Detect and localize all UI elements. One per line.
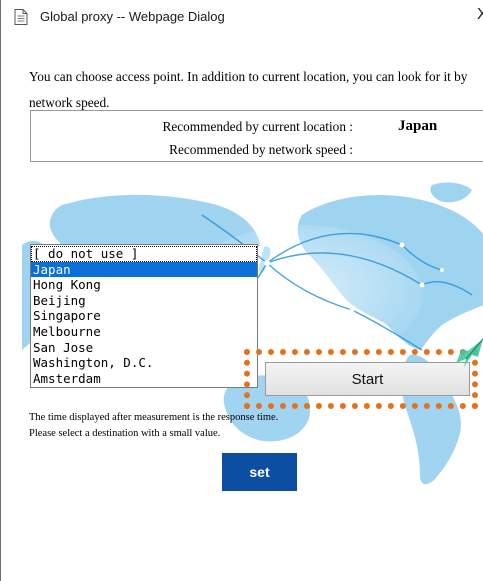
list-item[interactable]: Japan (31, 261, 257, 278)
recommended-speed-label: Recommended by network speed : (169, 142, 353, 157)
intro-text: You can choose access point. In addition… (29, 69, 468, 110)
list-item[interactable]: [ do not use ] (31, 246, 257, 262)
list-item[interactable]: San Jose (31, 340, 257, 356)
note-line: Please select a destination with a small… (29, 428, 221, 439)
list-item[interactable]: Amsterdam (31, 371, 257, 387)
set-button[interactable]: set (222, 453, 297, 491)
close-icon[interactable]: X (477, 6, 483, 24)
page-icon (14, 9, 28, 25)
list-item[interactable]: Melbourne (31, 324, 257, 340)
recommended-location-value: Japan (398, 118, 438, 134)
response-time-note: The time displayed after measurement is … (29, 410, 278, 442)
list-item[interactable]: Washington, D.C. (31, 355, 257, 371)
title-bar: Global proxy -- Webpage Dialog X (2, 0, 483, 34)
recommended-location-label: Recommended by current location : (162, 119, 353, 134)
list-item[interactable]: Singapore (31, 308, 257, 324)
note-line: The time displayed after measurement is … (29, 412, 279, 423)
recommendation-box: Recommended by current location : Japan … (30, 110, 483, 162)
pointer-arrow-icon (456, 338, 483, 367)
list-item[interactable]: Hong Kong (31, 277, 257, 293)
dialog-window: Global proxy -- Webpage Dialog X You can… (0, 0, 483, 581)
access-point-listbox[interactable]: [ do not use ] Japan Hong Kong Beijing S… (30, 244, 258, 388)
start-button[interactable]: Start (265, 362, 470, 396)
list-item[interactable]: Beijing (31, 293, 257, 309)
window-title: Global proxy -- Webpage Dialog (40, 9, 225, 24)
